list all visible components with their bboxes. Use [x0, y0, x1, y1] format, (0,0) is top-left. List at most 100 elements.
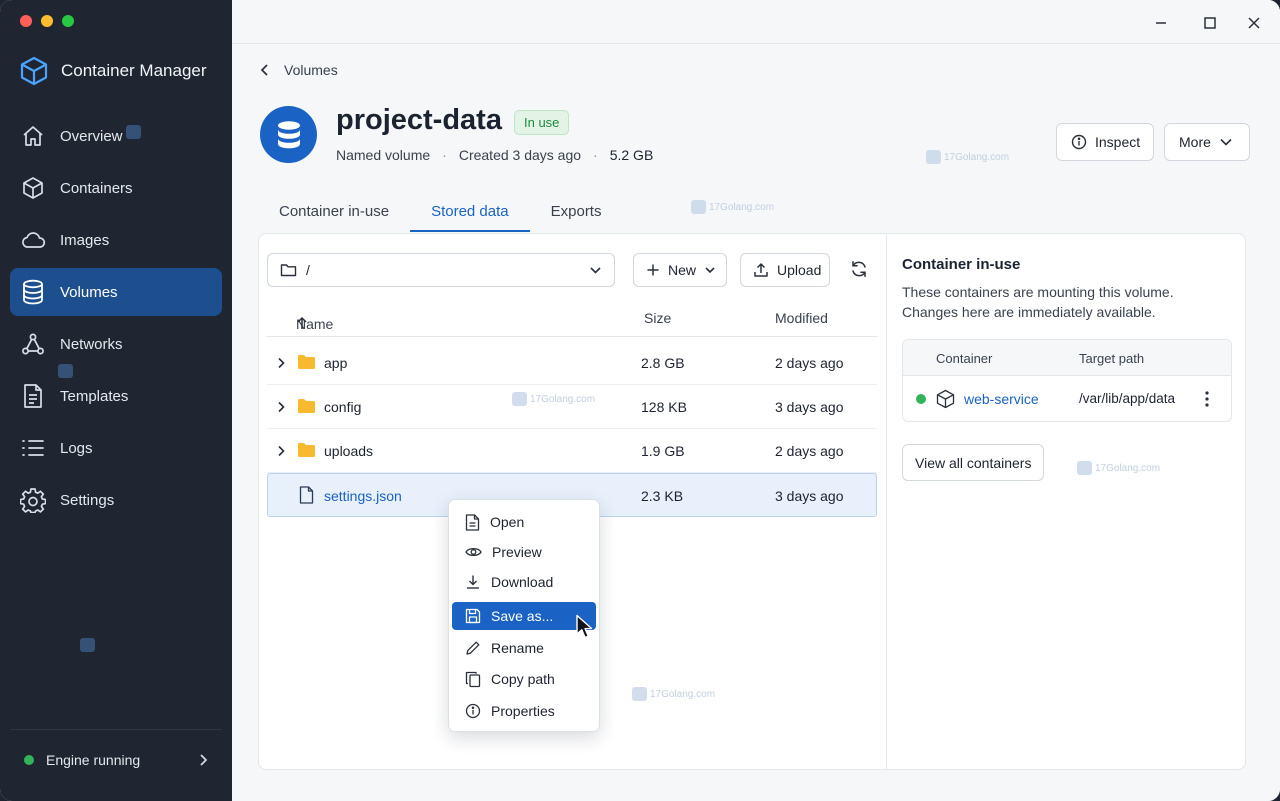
- folder-icon: [297, 398, 316, 414]
- tab-exports[interactable]: Exports: [530, 190, 623, 232]
- container-row[interactable]: web-service /var/lib/app/data: [903, 376, 1231, 421]
- sidebar-item-label: Templates: [60, 387, 129, 405]
- brand: Container Manager: [20, 56, 207, 86]
- cloud-icon: [20, 227, 46, 253]
- chevron-right-icon[interactable]: [277, 401, 285, 413]
- table-header: Name Size Modified: [267, 304, 877, 337]
- eye-icon: [465, 546, 482, 558]
- database-icon: [276, 120, 302, 150]
- inspect-button[interactable]: Inspect: [1056, 123, 1154, 161]
- sort-ascending-icon: [296, 316, 308, 330]
- network-icon: [20, 331, 46, 357]
- breadcrumb-volumes-link[interactable]: Volumes: [284, 62, 338, 78]
- menu-item-label: Properties: [491, 703, 555, 719]
- container-link[interactable]: web-service: [964, 391, 1039, 407]
- tab-stored-data[interactable]: Stored data: [410, 190, 530, 232]
- folder-icon: [297, 354, 316, 370]
- page-title: project-data: [336, 104, 502, 136]
- menu-item-open[interactable]: Open: [452, 508, 596, 536]
- watermark: [58, 364, 73, 378]
- cube-icon: [20, 175, 46, 201]
- upload-icon: [753, 262, 769, 278]
- sidebar-nav: Overview Containers Images Volumes Netwo…: [10, 112, 222, 528]
- cube-icon: [936, 389, 955, 409]
- sidebar-item-containers[interactable]: Containers: [10, 164, 222, 212]
- sidebar-item-logs[interactable]: Logs: [10, 424, 222, 472]
- app-name: Container Manager: [61, 61, 207, 80]
- new-label: New: [668, 262, 697, 278]
- close-icon[interactable]: [1243, 12, 1265, 34]
- chevron-right-icon[interactable]: [277, 445, 285, 457]
- file-modified: 2 days ago: [775, 443, 844, 459]
- meta-separator: ·: [442, 147, 447, 163]
- menu-item-preview[interactable]: Preview: [452, 538, 596, 566]
- status-badge: In use: [514, 110, 570, 135]
- watermark: 17Golang.com: [632, 687, 715, 701]
- info-icon: [465, 703, 481, 719]
- menu-item-label: Copy path: [491, 671, 555, 687]
- chevron-left-icon[interactable]: [260, 63, 270, 77]
- folder-outline-icon: [280, 263, 297, 277]
- sidebar-item-label: Volumes: [60, 283, 118, 301]
- menu-item-label: Save as...: [491, 608, 554, 624]
- file-name: settings.json: [324, 488, 402, 504]
- new-button[interactable]: New: [633, 253, 727, 287]
- menu-item-copy-path[interactable]: Copy path: [452, 665, 596, 693]
- breadcrumb: Volumes: [260, 62, 338, 78]
- table-row[interactable]: app 2.8 GB 2 days ago: [267, 341, 877, 385]
- kebab-menu-icon[interactable]: [1204, 390, 1210, 408]
- panel-title: Container in-use: [902, 256, 1021, 273]
- chevron-right-icon[interactable]: [277, 357, 285, 369]
- upload-label: Upload: [777, 262, 822, 278]
- file-size: 2.3 KB: [641, 488, 684, 504]
- engine-status[interactable]: Engine running: [10, 742, 222, 778]
- column-modified[interactable]: Modified: [775, 310, 828, 326]
- volume-type: Named volume: [336, 147, 431, 163]
- running-status-dot: [916, 394, 926, 404]
- volume-size: 5.2 GB: [609, 147, 654, 163]
- maximize-icon[interactable]: [1199, 12, 1221, 34]
- sidebar-item-settings[interactable]: Settings: [10, 476, 222, 524]
- card-divider: [886, 234, 887, 769]
- copy-icon: [465, 671, 481, 688]
- sidebar-item-overview[interactable]: Overview: [10, 112, 222, 160]
- sidebar-item-volumes[interactable]: Volumes: [10, 268, 222, 316]
- minimize-icon[interactable]: [1150, 12, 1172, 34]
- inspect-label: Inspect: [1095, 134, 1141, 150]
- traffic-lights: [20, 15, 74, 27]
- file-size: 128 KB: [641, 399, 687, 415]
- sidebar-item-label: Overview: [60, 127, 123, 145]
- plus-icon: [646, 263, 660, 277]
- zoom-window-dot[interactable]: [62, 15, 74, 27]
- path-value: /: [306, 262, 310, 278]
- minimize-window-dot[interactable]: [41, 15, 53, 27]
- sidebar-item-templates[interactable]: Templates: [10, 372, 222, 420]
- column-target-path: Target path: [1079, 351, 1145, 366]
- watermark: 17Golang.com: [1077, 461, 1160, 475]
- sidebar-item-networks[interactable]: Networks: [10, 320, 222, 368]
- menu-item-properties[interactable]: Properties: [452, 697, 596, 725]
- cube-logo-icon: [20, 56, 48, 86]
- column-size[interactable]: Size: [644, 310, 671, 326]
- file-modified: 2 days ago: [775, 355, 844, 371]
- path-select[interactable]: /: [267, 253, 615, 287]
- tab-container-in-use[interactable]: Container in-use: [258, 190, 410, 232]
- tab-bar: Container in-use Stored data Exports: [258, 190, 622, 232]
- more-button[interactable]: More: [1164, 123, 1250, 161]
- view-all-containers-button[interactable]: View all containers: [902, 444, 1045, 481]
- upload-button[interactable]: Upload: [740, 253, 830, 287]
- file-size: 2.8 GB: [641, 355, 685, 371]
- watermark: [126, 125, 141, 139]
- close-window-dot[interactable]: [20, 15, 32, 27]
- engine-status-label: Engine running: [46, 752, 141, 768]
- refresh-icon[interactable]: [849, 259, 869, 279]
- menu-item-download[interactable]: Download: [452, 568, 596, 596]
- sidebar-item-images[interactable]: Images: [10, 216, 222, 264]
- volume-avatar: [260, 106, 317, 163]
- table-row[interactable]: uploads 1.9 GB 2 days ago: [267, 429, 877, 473]
- file-name: config: [324, 399, 362, 415]
- title-bar: [232, 0, 1280, 44]
- document-icon: [20, 383, 46, 409]
- watermark: [80, 638, 95, 652]
- menu-item-label: Download: [491, 574, 554, 590]
